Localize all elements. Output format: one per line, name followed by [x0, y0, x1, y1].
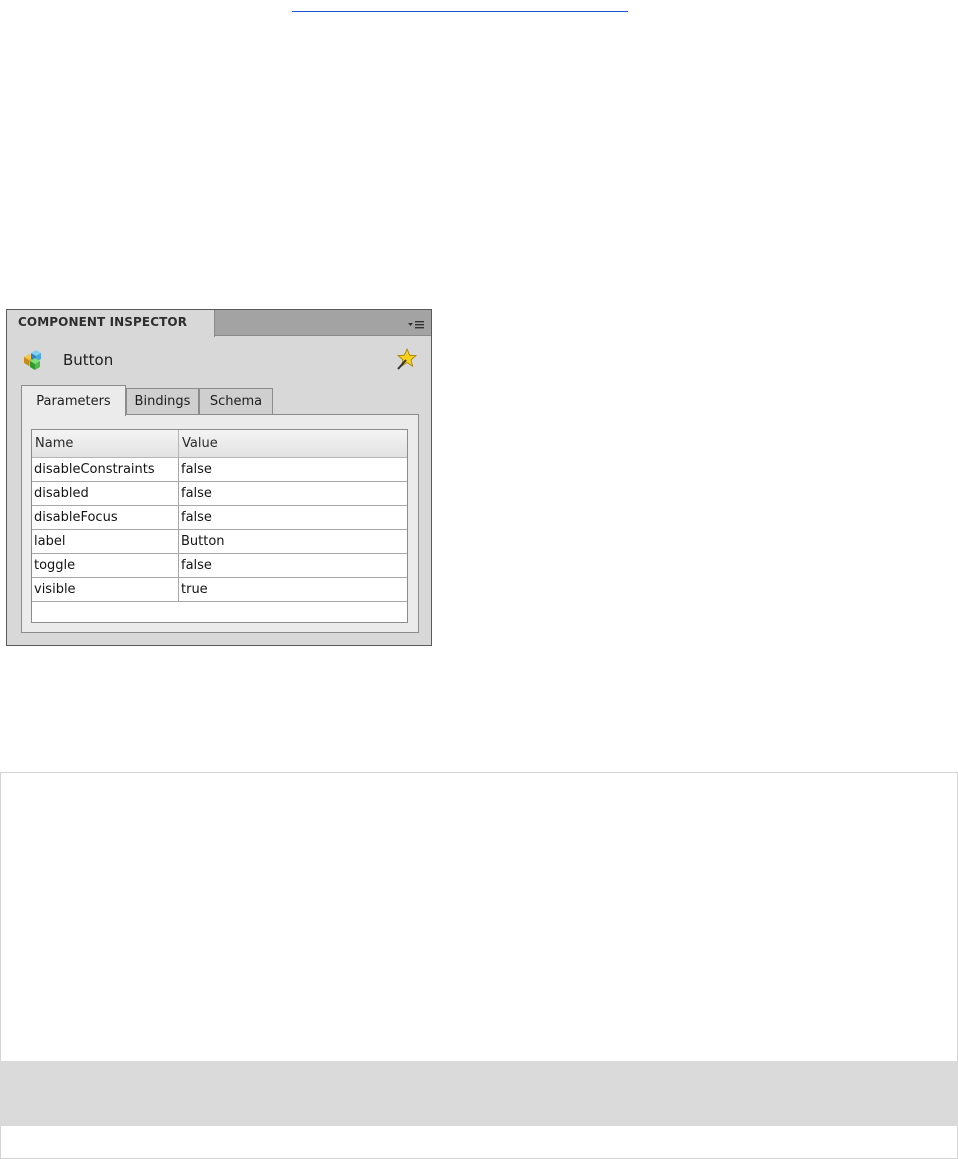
table-row[interactable]: toggle false	[32, 554, 407, 578]
grid-rows: disableConstraints false disabled false …	[32, 458, 407, 602]
param-name-cell: toggle	[32, 554, 179, 577]
top-link-underline[interactable]	[292, 0, 628, 12]
table-row[interactable]: label Button	[32, 530, 407, 554]
column-header-name[interactable]: Name	[32, 430, 179, 457]
grid-header: Name Value	[32, 430, 407, 458]
parameters-tab-body: Name Value disableConstraints false disa…	[21, 414, 419, 633]
grid-empty-area	[32, 602, 407, 622]
param-name-cell: disableConstraints	[32, 458, 179, 481]
param-value-cell[interactable]: false	[179, 458, 406, 481]
table-row[interactable]: visible true	[32, 578, 407, 602]
component-row: Button	[21, 348, 419, 372]
param-value-cell[interactable]: false	[179, 506, 406, 529]
param-name-cell: visible	[32, 578, 179, 601]
param-value-cell[interactable]: false	[179, 554, 406, 577]
param-value-cell[interactable]: false	[179, 482, 406, 505]
table-row[interactable]: disableConstraints false	[32, 458, 407, 482]
tab-bindings[interactable]: Bindings	[126, 388, 199, 414]
panel-title-tab[interactable]: COMPONENT INSPECTOR	[7, 310, 215, 337]
param-name-cell: disableFocus	[32, 506, 179, 529]
component-name: Button	[63, 351, 114, 369]
panel-header: COMPONENT INSPECTOR	[7, 310, 431, 337]
table-row[interactable]: disabled false	[32, 482, 407, 506]
behavior-wizard-icon[interactable]	[395, 347, 419, 371]
param-value-cell[interactable]: true	[179, 578, 406, 601]
param-value-cell[interactable]: Button	[179, 530, 406, 553]
tab-schema[interactable]: Schema	[199, 388, 273, 414]
parameters-grid: Name Value disableConstraints false disa…	[31, 429, 408, 623]
component-inspector-panel: COMPONENT INSPECTOR Button Parameters Bi…	[6, 309, 432, 646]
param-name-cell: disabled	[32, 482, 179, 505]
param-name-cell: label	[32, 530, 179, 553]
column-header-value[interactable]: Value	[179, 430, 406, 457]
panel-menu-icon[interactable]	[406, 316, 426, 329]
content-band	[0, 1061, 958, 1126]
tab-parameters[interactable]: Parameters	[21, 385, 126, 416]
component-icon	[21, 348, 45, 372]
table-row[interactable]: disableFocus false	[32, 506, 407, 530]
